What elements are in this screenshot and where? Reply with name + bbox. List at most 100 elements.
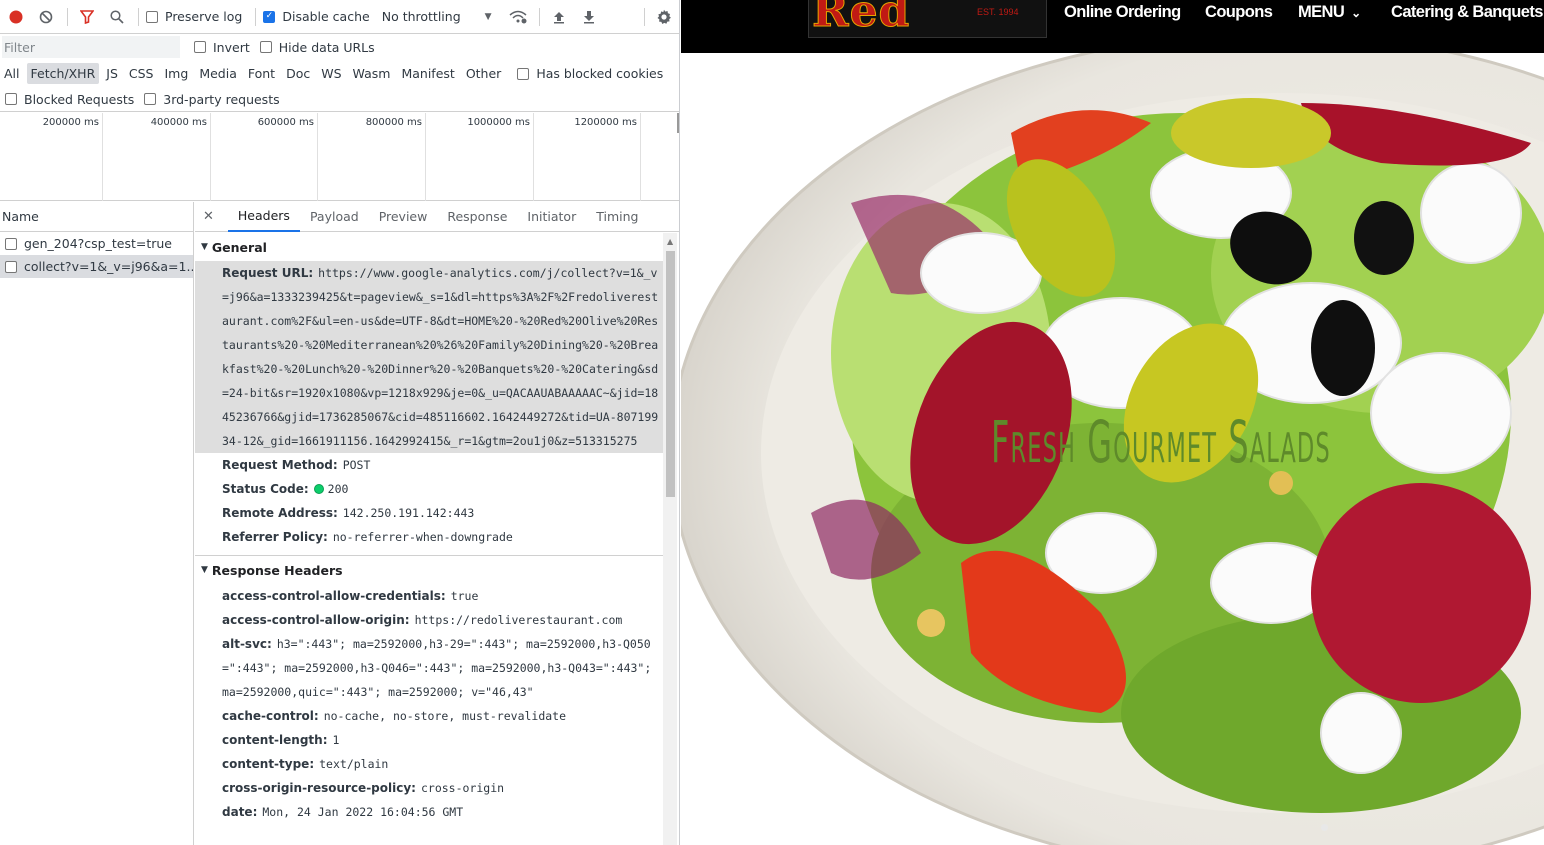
invert-checkbox[interactable]: Invert [194, 40, 250, 55]
preserve-log-checkbox[interactable]: Preserve log [146, 9, 242, 24]
import-har-icon[interactable] [547, 5, 571, 29]
nav-menu[interactable]: MENU ⌄ [1298, 3, 1361, 22]
header-key: access-control-allow-credentials: [222, 589, 446, 603]
response-headers-title: Response Headers [211, 562, 343, 578]
checkbox-unchecked-icon [5, 237, 17, 250]
filter-type-manifest[interactable]: Manifest [397, 63, 458, 84]
general-section-header[interactable]: ▼ General [195, 233, 663, 261]
export-har-icon[interactable] [577, 5, 601, 29]
request-row[interactable]: gen_204?csp_test=true [0, 232, 193, 255]
response-header-row: cross-origin-resource-policy: cross-origi… [195, 776, 663, 800]
nav-coupons[interactable]: Coupons [1205, 3, 1273, 22]
hide-data-urls-checkbox[interactable]: Hide data URLs [259, 39, 375, 55]
network-conditions-icon[interactable] [506, 5, 530, 29]
header-value: no-referrer-when-downgrade [332, 530, 513, 544]
filter-type-doc[interactable]: Doc [282, 63, 314, 84]
checkbox-checked-icon[interactable]: ✓ [263, 10, 276, 23]
header-key: content-length: [222, 733, 328, 747]
filter-type-all[interactable]: All [0, 63, 24, 84]
checkbox-unchecked-icon[interactable] [194, 41, 206, 53]
tab-preview[interactable]: Preview [369, 202, 438, 232]
scrollbar-thumb[interactable] [666, 251, 675, 497]
details-tabs: ✕ Headers Payload Preview Response Initi… [195, 202, 679, 232]
site-logo[interactable]: Red Olive EST. 1994 [808, 0, 1047, 38]
filter-type-js[interactable]: JS [102, 63, 122, 84]
nav-online-ordering[interactable]: Online Ordering [1064, 3, 1181, 22]
filter-type-img[interactable]: Img [161, 63, 193, 84]
header-value: Mon, 24 Jan 2022 16:04:56 GMT [262, 805, 464, 819]
filter-type-wasm[interactable]: Wasm [349, 63, 395, 84]
preserve-log-label: Preserve log [165, 9, 243, 24]
filter-type-media[interactable]: Media [195, 63, 241, 84]
disable-cache-label: Disable cache [282, 9, 370, 24]
tab-headers[interactable]: Headers [227, 202, 300, 232]
response-header-row: cache-control: no-cache, no-store, must-r… [195, 704, 663, 728]
network-overview-timeline[interactable]: 200000 ms 400000 ms 600000 ms 800000 ms … [0, 113, 679, 201]
request-name: collect?v=1&_v=j96&a=1... [24, 259, 193, 274]
header-value: https://www.google-analytics.com/j/colle… [222, 266, 659, 448]
request-url-row: Request URL: https://www.google-analytics… [195, 261, 663, 453]
timeline-scroll-handle[interactable] [677, 113, 679, 133]
header-value: https://redoliverestaurant.com [414, 613, 623, 627]
response-header-row: date: Mon, 24 Jan 2022 16:04:56 GMT [195, 800, 663, 824]
header-key: Request Method: [222, 458, 338, 472]
toolbar-divider [138, 7, 139, 26]
header-key: cross-origin-resource-policy: [222, 781, 416, 795]
header-key: Referrer Policy: [222, 530, 328, 544]
checkbox-unchecked-icon[interactable] [517, 67, 530, 80]
filter-type-other[interactable]: Other [462, 63, 506, 84]
header-key: access-control-allow-origin: [222, 613, 410, 627]
checkbox-unchecked-icon[interactable] [5, 93, 17, 105]
filter-input[interactable]: Filter [2, 36, 180, 58]
filter-type-font[interactable]: Font [244, 63, 279, 84]
close-icon[interactable]: ✕ [203, 209, 214, 224]
gear-icon[interactable] [652, 5, 676, 29]
tab-response[interactable]: Response [437, 202, 517, 232]
response-header-row: access-control-allow-origin: https://redo… [195, 608, 663, 632]
record-icon[interactable] [4, 5, 28, 29]
request-row-selected[interactable]: collect?v=1&_v=j96&a=1... [0, 255, 193, 278]
slider-dot[interactable] [1321, 824, 1328, 831]
header-value: 1 [332, 733, 340, 747]
invert-label: Invert [213, 39, 250, 55]
filter-type-css[interactable]: CSS [125, 63, 158, 84]
header-value: 142.250.191.142:443 [342, 506, 475, 520]
header-value: 200 [327, 482, 349, 496]
details-scrollbar[interactable]: ▲ [663, 233, 677, 845]
header-key: content-type: [222, 757, 315, 771]
hide-data-urls-label: Hide data URLs [278, 39, 375, 55]
throttling-select[interactable]: No throttling ▼ [382, 9, 492, 24]
filter-icon[interactable] [75, 5, 99, 29]
checkbox-unchecked-icon[interactable] [146, 10, 158, 23]
has-blocked-cookies-label: Has blocked cookies [536, 66, 664, 81]
tab-initiator[interactable]: Initiator [517, 202, 586, 232]
blocked-requests-checkbox[interactable]: Blocked Requests [5, 92, 134, 107]
referrer-policy-row: Referrer Policy: no-referrer-when-downgra… [195, 525, 663, 549]
blocked-requests-label: Blocked Requests [24, 91, 135, 107]
clear-icon[interactable] [34, 5, 58, 29]
status-ok-icon [313, 484, 324, 494]
timeline-tick: 800000 ms [318, 113, 426, 201]
checkbox-unchecked-icon[interactable] [144, 93, 157, 105]
name-column-header[interactable]: Name [0, 202, 193, 232]
search-icon[interactable] [105, 5, 129, 29]
header-key: Status Code: [222, 482, 309, 496]
timeline-tick: 200000 ms [0, 113, 103, 201]
checkbox-unchecked-icon[interactable] [259, 41, 272, 53]
response-headers-section-header[interactable]: ▼ Response Headers [195, 556, 663, 584]
disable-cache-checkbox[interactable]: ✓ Disable cache [263, 9, 370, 24]
nav-catering-banquets[interactable]: Catering & Banquets [1391, 3, 1543, 22]
request-name: gen_204?csp_test=true [24, 236, 172, 251]
hero-headline: Fresh Gourmet Salads [991, 408, 1331, 476]
tab-payload[interactable]: Payload [300, 202, 369, 232]
scroll-up-icon[interactable]: ▲ [667, 237, 673, 246]
third-party-checkbox[interactable]: 3rd-party requests [144, 92, 280, 107]
filter-type-ws[interactable]: WS [317, 63, 345, 84]
throttling-value: No throttling [381, 9, 461, 24]
header-value: true [450, 589, 479, 603]
filter-type-fetch-xhr[interactable]: Fetch/XHR [26, 63, 100, 84]
toolbar-divider [538, 7, 540, 26]
headers-content: ▼ General Request URL: https://www.google… [195, 233, 663, 845]
tab-timing[interactable]: Timing [586, 202, 648, 232]
has-blocked-cookies-checkbox[interactable]: Has blocked cookies [517, 66, 663, 81]
